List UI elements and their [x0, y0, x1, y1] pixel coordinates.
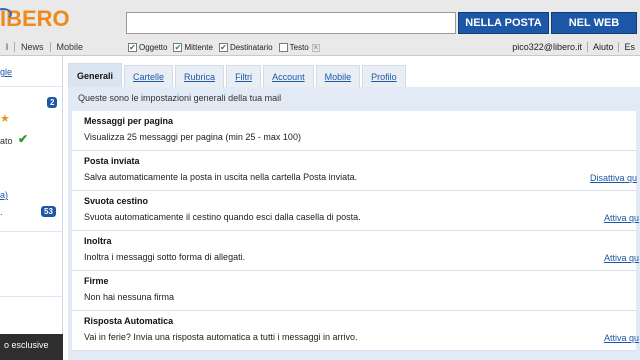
settings-main: Generali Cartelle Rubrica Filtri Account…	[68, 63, 640, 360]
search-web-button[interactable]: NEL WEB	[551, 12, 637, 34]
unread-count-badge: 2	[47, 97, 58, 108]
sidebar-link-top[interactable]: gle	[0, 67, 12, 77]
setting-svuota-cestino: Svuota cestino Svuota automaticamente il…	[72, 191, 639, 231]
help-link[interactable]: Aiuto	[586, 42, 619, 52]
tab-mobile[interactable]: Mobile	[315, 65, 361, 87]
filter-destinatario[interactable]: ✔ Destinatario	[218, 43, 273, 52]
check-icon: ✔	[18, 132, 29, 146]
setting-firme: Firme Non hai nessuna firma	[72, 271, 636, 311]
settings-tabs: Generali Cartelle Rubrica Filtri Account…	[68, 63, 406, 87]
sidebar-divider	[0, 296, 62, 297]
promo-banner-text: o esclusive	[4, 340, 49, 350]
setting-title: Risposta Automatica	[84, 316, 174, 326]
filter-testo-checkbox[interactable]	[278, 43, 288, 52]
setting-description: Non hai nessuna firma	[84, 292, 175, 302]
filter-testo[interactable]: Testo ×	[278, 43, 320, 52]
user-email[interactable]: pico322@libero.it	[507, 42, 587, 52]
filter-destinatario-checkbox[interactable]: ✔	[218, 43, 228, 52]
filter-oggetto-checkbox[interactable]: ✔	[128, 43, 137, 52]
tab-filtri[interactable]: Filtri	[226, 65, 262, 87]
settings-panel: Messaggi per pagina Visualizza 25 messag…	[72, 111, 639, 351]
setting-title: Messaggi per pagina	[84, 116, 174, 126]
tab-account[interactable]: Account	[263, 65, 314, 87]
search-mail-button[interactable]: NELLA POSTA	[458, 12, 549, 34]
setting-description: Inoltra i messaggi sotto forma di allega…	[84, 252, 246, 262]
left-sidebar: gle 2 ★ ato ✔ a) . 53 o esclusive	[0, 56, 63, 360]
setting-title: Inoltra	[84, 236, 112, 246]
nav-link-mobile[interactable]: Mobile	[51, 42, 90, 52]
tab-cartelle[interactable]: Cartelle	[124, 65, 174, 87]
sidebar-item-dot[interactable]: .	[0, 207, 3, 217]
promo-banner[interactable]: o esclusive	[0, 334, 63, 360]
enable-risposta-automatica-link[interactable]: Attiva qu	[604, 333, 639, 343]
tab-profilo[interactable]: Profilo	[362, 65, 406, 87]
tab-generali[interactable]: Generali	[68, 63, 123, 87]
tab-rubrica[interactable]: Rubrica	[175, 65, 225, 87]
exit-link[interactable]: Es	[618, 42, 640, 52]
setting-title: Svuota cestino	[84, 196, 149, 206]
folder-count-badge: 53	[41, 206, 56, 217]
sidebar-link-a[interactable]: a)	[0, 190, 8, 200]
enable-svuota-cestino-link[interactable]: Attiva qu	[604, 213, 639, 223]
nav-links: l News Mobile	[0, 42, 89, 52]
setting-description: Vai in ferie? Invia una risposta automat…	[84, 332, 358, 342]
libero-logo[interactable]: IBERO	[0, 6, 70, 32]
filter-oggetto[interactable]: ✔ Oggetto	[128, 43, 167, 52]
search-filters: ✔ Oggetto ✔ Mittente ✔ Destinatario Test…	[128, 40, 320, 55]
disable-posta-inviata-link[interactable]: Disattiva qu	[590, 173, 637, 183]
user-area: pico322@libero.it Aiuto Es	[507, 42, 640, 52]
setting-description: Svuota automaticamente il cestino quando…	[84, 212, 361, 222]
setting-messaggi-per-pagina: Messaggi per pagina Visualizza 25 messag…	[72, 111, 636, 151]
setting-description: Visualizza 25 messaggi per pagina (min 2…	[84, 132, 301, 142]
close-icon[interactable]: ×	[311, 43, 320, 52]
filter-mittente[interactable]: ✔ Mittente	[173, 43, 213, 52]
nav-link-l[interactable]: l	[0, 42, 15, 52]
nav-bar: l News Mobile ✔ Oggetto ✔ Mittente ✔ Des…	[0, 40, 640, 56]
setting-title: Posta inviata	[84, 156, 140, 166]
sidebar-item-ato[interactable]: ato	[0, 136, 13, 146]
setting-posta-inviata: Posta inviata Salva automaticamente la p…	[72, 151, 637, 191]
settings-content: Queste sono le impostazioni generali del…	[68, 87, 640, 360]
setting-description: Salva automaticamente la posta in uscita…	[84, 172, 358, 182]
search-input[interactable]	[126, 12, 456, 34]
setting-title: Firme	[84, 276, 109, 286]
sidebar-divider	[0, 86, 62, 87]
top-header: IBERO NELLA POSTA NEL WEB	[0, 0, 640, 40]
setting-risposta-automatica: Risposta Automatica Vai in ferie? Invia …	[72, 311, 639, 351]
intro-text: Queste sono le impostazioni generali del…	[78, 93, 282, 103]
setting-inoltra: Inoltra Inoltra i messaggi sotto forma d…	[72, 231, 639, 271]
sidebar-divider	[0, 231, 62, 232]
enable-inoltra-link[interactable]: Attiva qu	[604, 253, 639, 263]
filter-mittente-checkbox[interactable]: ✔	[173, 43, 183, 52]
nav-link-news[interactable]: News	[15, 42, 51, 52]
star-icon: ★	[0, 113, 10, 125]
